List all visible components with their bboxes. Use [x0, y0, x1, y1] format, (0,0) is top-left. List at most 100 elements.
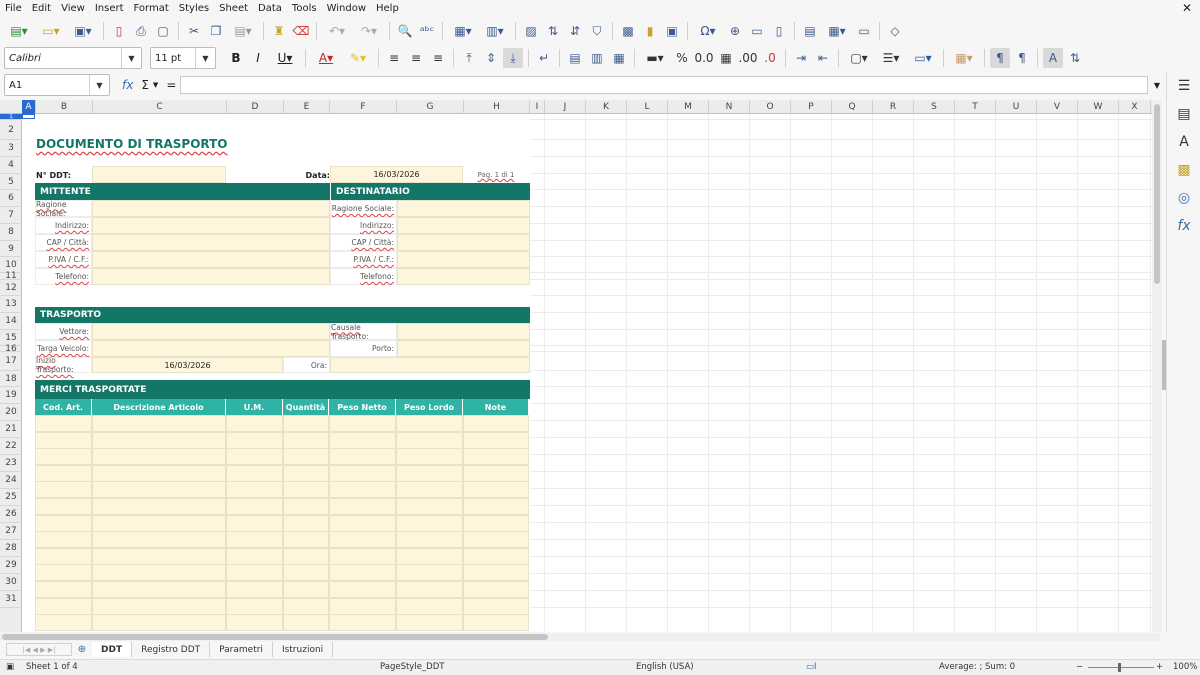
menu-data[interactable]: Data	[253, 3, 287, 14]
merci-table-cell[interactable]	[35, 448, 92, 466]
column-header[interactable]: I	[530, 100, 545, 114]
merci-table-cell[interactable]	[226, 415, 283, 432]
print-icon[interactable]: ⎙	[131, 21, 151, 41]
row-header[interactable]: 21	[0, 421, 22, 438]
increase-indent-icon[interactable]: ⇥	[791, 48, 811, 68]
sum-icon[interactable]: Σ	[141, 78, 149, 92]
merci-table-cell[interactable]	[35, 431, 92, 449]
destinatario-field-input[interactable]	[397, 268, 530, 285]
column-header[interactable]: C	[93, 100, 227, 114]
zoom-level[interactable]: 100%	[1173, 662, 1197, 672]
merci-table-cell[interactable]	[35, 498, 92, 515]
merci-table-cell[interactable]	[92, 581, 226, 598]
new-document-icon[interactable]: ▤▾	[4, 21, 34, 41]
sidebar-menu-icon[interactable]: ☰	[1167, 72, 1200, 100]
merci-table-cell[interactable]	[226, 481, 283, 499]
column-header[interactable]: D	[227, 100, 284, 114]
merci-table-cell[interactable]	[463, 431, 529, 449]
print-preview-icon[interactable]: ▢	[153, 21, 173, 41]
menu-edit[interactable]: Edit	[27, 3, 56, 14]
menu-view[interactable]: View	[56, 3, 90, 14]
vertical-scrollbar[interactable]	[1152, 100, 1162, 632]
formula-input[interactable]	[180, 76, 1148, 94]
merci-table-cell[interactable]	[35, 581, 92, 598]
ora-field[interactable]	[330, 357, 530, 373]
tab-istruzioni[interactable]: Istruzioni	[273, 642, 334, 657]
merci-table-cell[interactable]	[463, 614, 529, 632]
menu-tools[interactable]: Tools	[287, 3, 322, 14]
merci-table-cell[interactable]	[329, 564, 396, 582]
merci-table-cell[interactable]	[329, 514, 396, 532]
row-header[interactable]: 5	[0, 174, 22, 190]
row-header[interactable]: 2	[0, 120, 22, 140]
merci-table-cell[interactable]	[463, 581, 529, 598]
mittente-field-input[interactable]	[92, 234, 330, 251]
navigator-icon[interactable]: ◎	[1167, 184, 1200, 212]
row-header[interactable]: 9	[0, 241, 22, 257]
row-header[interactable]: 17	[0, 352, 22, 371]
comment-icon[interactable]: ▭	[747, 21, 767, 41]
merci-table-cell[interactable]	[92, 614, 226, 632]
merci-table-cell[interactable]	[35, 415, 92, 432]
zoom-slider-handle[interactable]	[1118, 663, 1121, 672]
column-header[interactable]: W	[1078, 100, 1119, 114]
align-center-icon[interactable]: ≡	[406, 48, 426, 68]
column-header[interactable]: U	[996, 100, 1037, 114]
align-left-icon[interactable]: ≡	[384, 48, 404, 68]
right-to-left-icon[interactable]: ¶	[1012, 48, 1032, 68]
column-header[interactable]: K	[586, 100, 627, 114]
autofilter-icon[interactable]: ⛉	[587, 21, 607, 41]
clear-formatting-icon[interactable]: ⌫	[291, 21, 311, 41]
merci-table-cell[interactable]	[92, 464, 226, 482]
row-icon[interactable]: ▦▾	[448, 21, 478, 41]
row-header[interactable]: 26	[0, 506, 22, 523]
merci-table-cell[interactable]	[329, 531, 396, 549]
column-header[interactable]: M	[668, 100, 709, 114]
merci-table-cell[interactable]	[396, 415, 463, 432]
sheet-area[interactable]: DOCUMENTO DI TRASPORTO N° DDT: Data: 16/…	[22, 114, 1162, 632]
menu-window[interactable]: Window	[322, 3, 371, 14]
column-header[interactable]: T	[955, 100, 996, 114]
destinatario-field-input[interactable]	[397, 234, 530, 251]
merci-table-cell[interactable]	[92, 564, 226, 582]
name-box[interactable]: A1 ▼	[4, 74, 110, 96]
horizontal-scrollbar[interactable]	[0, 633, 1160, 641]
merci-table-cell[interactable]	[463, 597, 529, 615]
row-header[interactable]: 27	[0, 523, 22, 540]
zoom-slider[interactable]	[1088, 667, 1154, 668]
column-header[interactable]: B	[36, 100, 93, 114]
merci-table-cell[interactable]	[329, 448, 396, 466]
chevron-down-icon[interactable]: ▼	[89, 75, 109, 95]
percent-format-icon[interactable]: %	[672, 48, 692, 68]
row-header[interactable]: 22	[0, 438, 22, 455]
merci-table-cell[interactable]	[92, 498, 226, 515]
left-to-right-icon[interactable]: ¶	[990, 48, 1010, 68]
gallery-icon[interactable]: ▩	[1167, 156, 1200, 184]
redo-icon[interactable]: ↷▾	[354, 21, 384, 41]
add-decimal-icon[interactable]: .00	[738, 48, 758, 68]
mittente-field-input[interactable]	[92, 268, 330, 285]
row-header[interactable]: 28	[0, 540, 22, 557]
merci-table-cell[interactable]	[463, 564, 529, 582]
merci-table-cell[interactable]	[283, 448, 329, 466]
merci-table-cell[interactable]	[283, 547, 329, 565]
border-style-icon[interactable]: ☰▾	[876, 48, 906, 68]
menu-insert[interactable]: Insert	[90, 3, 129, 14]
chevron-down-icon[interactable]: ▼	[195, 48, 215, 68]
align-right-icon[interactable]: ≡	[428, 48, 448, 68]
insert-chart-icon[interactable]: ▮	[640, 21, 660, 41]
row-header[interactable]: 23	[0, 455, 22, 472]
highlight-color-icon[interactable]: ✎▾	[343, 48, 373, 68]
merci-table-cell[interactable]	[283, 597, 329, 615]
paste-icon[interactable]: ▤▾	[228, 21, 258, 41]
hyperlink-icon[interactable]: ⊕	[725, 21, 745, 41]
column-header[interactable]: A	[22, 100, 36, 114]
tab-registro-ddt[interactable]: Registro DDT	[132, 642, 211, 657]
merci-table-cell[interactable]	[226, 498, 283, 515]
row-header[interactable]: 30	[0, 574, 22, 591]
merci-table-cell[interactable]	[283, 531, 329, 549]
mittente-field-input[interactable]	[92, 200, 330, 217]
row-header[interactable]: 8	[0, 224, 22, 241]
merci-table-cell[interactable]	[35, 464, 92, 482]
column-header[interactable]: V	[1037, 100, 1078, 114]
